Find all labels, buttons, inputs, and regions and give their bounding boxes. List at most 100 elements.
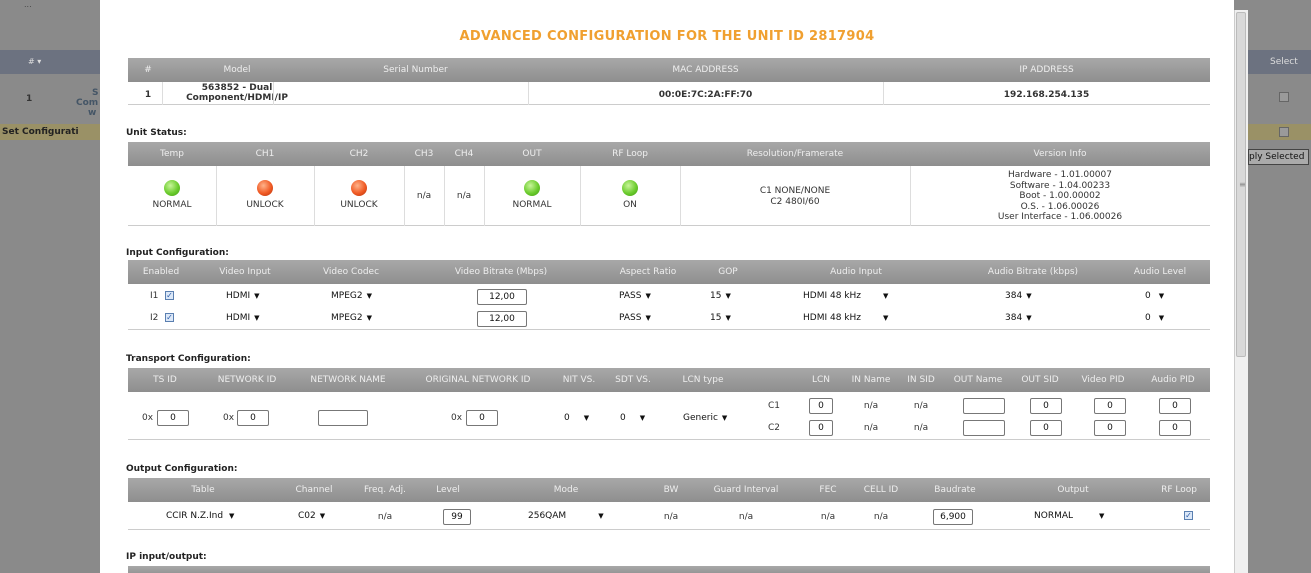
scrollbar-grip-icon: ≡: [1239, 180, 1246, 189]
transport-config-body: 0x 0 0x 0 0x 0 0 ▼ 0 ▼ Generic ▼ C1 0 n/a n…: [128, 392, 1210, 440]
output-select[interactable]: NORMAL ▼: [1034, 511, 1105, 525]
audio-level-select[interactable]: 0 ▼: [1145, 291, 1165, 305]
out-sid-input[interactable]: 0: [1030, 420, 1062, 436]
rf-loop-checkbox[interactable]: ✓: [1184, 511, 1193, 520]
col-mac: MAC ADDRESS: [672, 65, 739, 75]
audio-input-select[interactable]: HDMI 48 kHz ▼: [803, 291, 889, 305]
col-serial: Serial Number: [383, 65, 448, 75]
nit-version-select[interactable]: 0 ▼: [564, 413, 590, 427]
output-config-body: CCIR N.Z.Ind ▼ C02 ▼ n/a 99 256QAM ▼ n/a n/…: [128, 502, 1210, 530]
in-sid: n/a: [913, 401, 929, 411]
guard-interval: n/a: [738, 512, 754, 522]
gop-select[interactable]: 15 ▼: [710, 291, 731, 305]
bg-top-text: ...: [24, 0, 32, 9]
transport-config-header: TS ID NETWORK ID NETWORK NAME ORIGINAL N…: [128, 368, 1210, 392]
audio-pid-input[interactable]: 0: [1159, 398, 1191, 414]
resolution-framerate: C1 NONE/NONE C2 480I/60: [759, 186, 831, 207]
page-title: ADVANCED CONFIGURATION FOR THE UNIT ID 2…: [459, 29, 875, 44]
video-bitrate-input[interactable]: 12,00: [477, 311, 527, 327]
ch2-status-label: UNLOCK: [340, 200, 378, 210]
in-name: n/a: [863, 423, 879, 433]
bg-select-checkbox: [1279, 92, 1289, 102]
rf-loop-status-led: [622, 180, 638, 196]
mode-select[interactable]: 256QAM ▼: [528, 511, 604, 525]
fec: n/a: [820, 512, 836, 522]
gop-select[interactable]: 15 ▼: [710, 313, 731, 327]
hex-prefix: 0x: [451, 413, 463, 423]
bg-table-header: # ▾: [0, 50, 100, 74]
video-pid-input[interactable]: 0: [1094, 398, 1126, 414]
ch1-status-led: [257, 180, 273, 196]
lcn-type-select[interactable]: Generic ▼: [683, 413, 728, 427]
input-config-body: I1 ✓ HDMI ▼ MPEG2 ▼ 12,00 PASS ▼ 15 ▼ HDMI 4…: [128, 284, 1210, 330]
temp-status-led: [164, 180, 180, 196]
baudrate-input[interactable]: 6,900: [933, 509, 973, 525]
level-input[interactable]: 99: [443, 509, 471, 525]
aspect-ratio-select[interactable]: PASS ▼: [619, 313, 651, 327]
video-input-select[interactable]: HDMI ▼: [226, 313, 260, 327]
unit-row-number: 1: [144, 90, 152, 100]
col-model: Model: [223, 65, 251, 75]
lcn-input[interactable]: 0: [809, 398, 833, 414]
sdt-version-select[interactable]: 0 ▼: [620, 413, 646, 427]
bg-apply-selected-button: ply Selected: [1248, 149, 1309, 165]
hex-prefix: 0x: [223, 413, 235, 423]
table-select[interactable]: CCIR N.Z.Ind ▼: [166, 511, 235, 525]
channel-label: C2: [768, 423, 781, 433]
out-sid-input[interactable]: 0: [1030, 398, 1062, 414]
unit-ip: 192.168.254.135: [1003, 90, 1090, 100]
original-network-id-input[interactable]: 0: [466, 410, 498, 426]
background-right-panel: Select ply Selected: [1248, 0, 1311, 573]
input-enabled-checkbox[interactable]: ✓: [165, 313, 174, 322]
audio-input-select[interactable]: HDMI 48 kHz ▼: [803, 313, 889, 327]
video-codec-select[interactable]: MPEG2 ▼: [331, 313, 372, 327]
unit-model: 563852 - Dual Component/HDMI/IP: [186, 83, 288, 103]
bg-row-number: 1: [26, 94, 33, 104]
output-config-title: Output Configuration:: [126, 464, 238, 474]
input-row-label: I1: [150, 291, 159, 301]
input-config-header: Enabled Video Input Video Codec Video Bi…: [128, 260, 1210, 284]
col-hash: #: [144, 65, 152, 75]
unit-table-header: # Model Serial Number MAC ADDRESS IP ADD…: [128, 58, 1210, 82]
audio-bitrate-select[interactable]: 384 ▼: [1005, 291, 1032, 305]
audio-level-select[interactable]: 0 ▼: [1145, 313, 1165, 327]
in-sid: n/a: [913, 423, 929, 433]
version-info: Hardware - 1.01.00007 Software - 1.04.00…: [997, 170, 1123, 222]
ch4-status: n/a: [456, 191, 472, 201]
output-config-header: Table Channel Freq. Adj. Level Mode BW G…: [128, 478, 1210, 502]
video-bitrate-input[interactable]: 12,00: [477, 289, 527, 305]
video-codec-select[interactable]: MPEG2 ▼: [331, 291, 372, 305]
unit-status-header: Temp CH1 CH2 CH3 CH4 OUT RF Loop Resolut…: [128, 142, 1210, 166]
rf-loop-status-label: ON: [623, 200, 637, 210]
unit-table-row: 1 563852 - Dual Component/HDMI/IP 00:0E:…: [128, 82, 1210, 105]
hex-prefix: 0x: [142, 413, 154, 423]
lcn-input[interactable]: 0: [809, 420, 833, 436]
network-id-input[interactable]: 0: [237, 410, 269, 426]
aspect-ratio-select[interactable]: PASS ▼: [619, 291, 651, 305]
unit-mac: 00:0E:7C:2A:FF:70: [658, 90, 753, 100]
ts-id-input[interactable]: 0: [157, 410, 189, 426]
bg-select-checkbox: [1279, 127, 1289, 137]
bg-table-row: 1 S Com w: [0, 84, 100, 118]
channel-select[interactable]: C02 ▼: [298, 511, 326, 525]
audio-bitrate-select[interactable]: 384 ▼: [1005, 313, 1032, 327]
unit-status-row: NORMAL UNLOCK UNLOCK n/a n/a NORMAL ON C…: [128, 166, 1210, 226]
unit-status-title: Unit Status:: [126, 128, 187, 138]
advanced-config-modal: ADVANCED CONFIGURATION FOR THE UNIT ID 2…: [100, 0, 1234, 573]
audio-pid-input[interactable]: 0: [1159, 420, 1191, 436]
cell-id: n/a: [873, 512, 889, 522]
in-name: n/a: [863, 401, 879, 411]
video-pid-input[interactable]: 0: [1094, 420, 1126, 436]
ip-io-header: [128, 566, 1210, 573]
freq-adj: n/a: [377, 512, 393, 522]
temp-status-label: NORMAL: [152, 200, 192, 210]
ch2-status-led: [351, 180, 367, 196]
out-name-input[interactable]: [963, 420, 1005, 436]
input-enabled-checkbox[interactable]: ✓: [165, 291, 174, 300]
bg-select-header: Select: [1248, 50, 1311, 74]
network-name-input[interactable]: [318, 410, 368, 426]
out-status-label: NORMAL: [512, 200, 552, 210]
background-left-panel: ... # ▾ 1 S Com w Set Configurati: [0, 0, 100, 573]
video-input-select[interactable]: HDMI ▼: [226, 291, 260, 305]
out-name-input[interactable]: [963, 398, 1005, 414]
